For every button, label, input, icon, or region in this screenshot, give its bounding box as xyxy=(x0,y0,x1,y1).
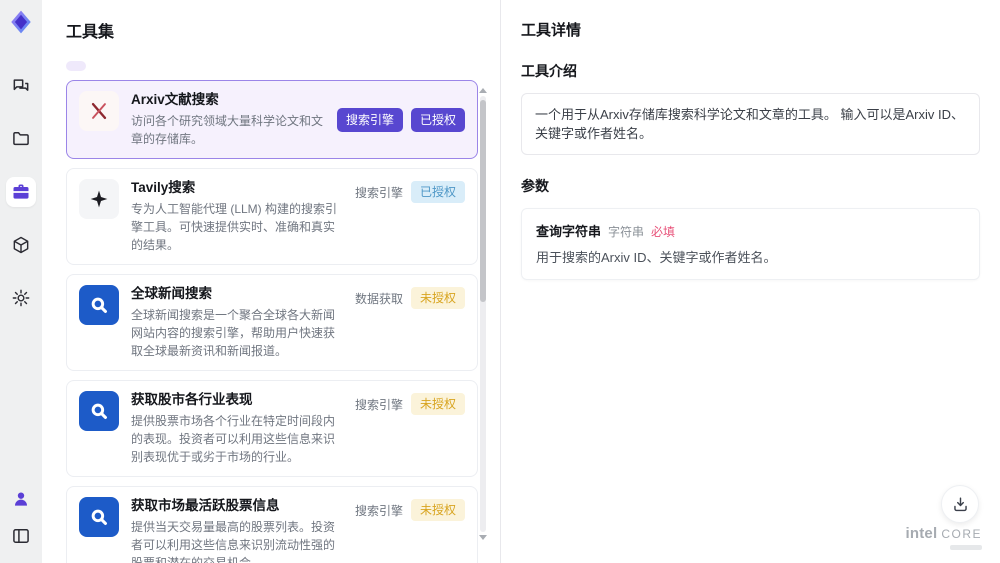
category-badge: 数据获取 xyxy=(354,292,403,306)
category-badge: 搜索引擎 xyxy=(354,398,403,412)
tool-card[interactable]: 获取股市各行业表现 提供股票市场各个行业在特定时间段内的表现。投资者可以利用这些… xyxy=(66,380,478,477)
auth-status-badge: 未授权 xyxy=(410,499,465,521)
tool-icon xyxy=(79,285,119,325)
folder-icon[interactable] xyxy=(6,124,36,154)
parameter-description: 用于搜索的Arxiv ID、关键字或作者姓名。 xyxy=(536,250,777,265)
auth-status-badge: 已授权 xyxy=(410,107,465,132)
tool-icon xyxy=(79,391,119,431)
tool-description: 提供当天交易量最高的股票列表。投资者可以利用这些信息来识别流动性强的股票和潜在的… xyxy=(131,520,336,563)
auth-status-badge: 已授权 xyxy=(410,181,465,203)
app-rail xyxy=(0,0,42,563)
intel-core-logo: intel CORE xyxy=(905,525,982,550)
package-icon[interactable] xyxy=(6,230,36,260)
tool-description: 专为人工智能代理 (LLM) 构建的搜索引擎工具。可快速提供实时、准确和真实的结… xyxy=(131,202,338,252)
auth-status-badge: 未授权 xyxy=(410,393,465,415)
tool-card[interactable]: Tavily搜索 专为人工智能代理 (LLM) 构建的搜索引擎工具。可快速提供实… xyxy=(66,168,478,265)
tool-card-body: Arxiv文献搜索 访问各个研究领域大量科学论文和文章的存储库。 xyxy=(131,91,325,148)
tool-description: 提供股票市场各个行业在特定时间段内的表现。投资者可以利用这些信息来识别表现优于或… xyxy=(131,414,336,464)
tool-card[interactable]: 全球新闻搜索 全球新闻搜索是一个聚合全球各大新闻网站内容的搜索引擎，帮助用户快速… xyxy=(66,274,478,371)
rail-bottom xyxy=(6,484,36,551)
detail-panel-title: 工具详情 xyxy=(521,22,582,39)
tool-description: 全球新闻搜索是一个聚合全球各大新闻网站内容的搜索引擎，帮助用户快速获取全球最新资… xyxy=(131,308,336,358)
app-logo-icon xyxy=(8,9,34,35)
tool-title: 获取股市各行业表现 xyxy=(131,392,253,407)
user-avatar-icon[interactable] xyxy=(6,484,36,514)
intro-heading: 工具介绍 xyxy=(521,63,577,79)
params-heading: 参数 xyxy=(521,178,549,194)
category-tabs xyxy=(66,61,500,71)
rail-nav xyxy=(6,71,36,313)
tool-badges: 数据获取 未授权 xyxy=(355,285,465,360)
auth-status-badge: 未授权 xyxy=(410,287,465,309)
tool-title: Arxiv文献搜索 xyxy=(131,92,219,107)
tool-detail-panel: 工具详情 工具介绍 一个用于从Arxiv存储库搜索科学论文和文章的工具。 输入可… xyxy=(500,0,1000,563)
toolbox-icon[interactable] xyxy=(6,177,36,207)
tool-list: Arxiv文献搜索 访问各个研究领域大量科学论文和文章的存储库。 搜索引擎 已授… xyxy=(66,80,478,563)
tool-card[interactable]: 获取市场最活跃股票信息 提供当天交易量最高的股票列表。投资者可以利用这些信息来识… xyxy=(66,486,478,563)
category-badge: 搜索引擎 xyxy=(354,504,403,518)
tool-icon xyxy=(79,91,119,131)
tool-card[interactable]: Arxiv文献搜索 访问各个研究领域大量科学论文和文章的存储库。 搜索引擎 已授… xyxy=(66,80,478,159)
tool-description: 访问各个研究领域大量科学论文和文章的存储库。 xyxy=(131,114,324,146)
core-brand-text: CORE xyxy=(941,527,982,541)
tool-list-panel: 工具集 Arxiv文献搜索 访问各个研究领域大量科学论文和文章的存储库。 搜索引… xyxy=(42,0,500,563)
scrollbar-thumb[interactable] xyxy=(480,100,486,302)
category-badge: 搜索引擎 xyxy=(354,186,403,200)
intel-logo-subline xyxy=(950,545,982,550)
parameters-list: 查询字符串 字符串 必填 用于搜索的Arxiv ID、关键字或作者姓名。 xyxy=(521,208,980,280)
parameter-name: 查询字符串 xyxy=(536,224,602,239)
tool-badges: 搜索引擎 未授权 xyxy=(355,497,465,563)
download-icon xyxy=(953,496,967,511)
tool-icon xyxy=(79,497,119,537)
category-tab[interactable] xyxy=(66,61,86,71)
parameter-type: 字符串 xyxy=(608,225,645,239)
tool-title: 获取市场最活跃股票信息 xyxy=(131,498,280,513)
category-tab[interactable] xyxy=(134,61,154,71)
tool-card-body: 获取股市各行业表现 提供股票市场各个行业在特定时间段内的表现。投资者可以利用这些… xyxy=(131,391,343,466)
parameter-head: 查询字符串 字符串 必填 xyxy=(536,221,965,240)
tool-card-body: 获取市场最活跃股票信息 提供当天交易量最高的股票列表。投资者可以利用这些信息来识… xyxy=(131,497,343,563)
category-tab[interactable] xyxy=(100,61,120,71)
page-title: 工具集 xyxy=(66,24,115,41)
intel-brand-text: intel xyxy=(905,525,938,542)
tool-card-body: 全球新闻搜索 全球新闻搜索是一个聚合全球各大新闻网站内容的搜索引擎，帮助用户快速… xyxy=(131,285,343,360)
category-tab[interactable] xyxy=(168,61,188,71)
parameter-required-badge: 必填 xyxy=(651,225,676,239)
tool-badges: 搜索引擎 未授权 xyxy=(355,391,465,466)
chat-icon[interactable] xyxy=(6,71,36,101)
tool-badges: 搜索引擎 已授权 xyxy=(355,179,465,254)
tool-title: Tavily搜索 xyxy=(131,180,196,195)
tool-icon xyxy=(79,179,119,219)
panel-toggle-icon[interactable] xyxy=(6,521,36,551)
tool-card-body: Tavily搜索 专为人工智能代理 (LLM) 构建的搜索引擎工具。可快速提供实… xyxy=(131,179,343,254)
category-badge: 搜索引擎 xyxy=(336,107,403,132)
scroll-up-icon[interactable] xyxy=(479,88,487,93)
settings-gear-icon[interactable] xyxy=(6,283,36,313)
parameter-item: 查询字符串 字符串 必填 用于搜索的Arxiv ID、关键字或作者姓名。 xyxy=(521,208,980,280)
download-button[interactable] xyxy=(941,485,979,523)
list-scrollbar[interactable] xyxy=(479,88,487,546)
tool-title: 全球新闻搜索 xyxy=(131,286,212,301)
tool-badges: 搜索引擎 已授权 xyxy=(336,107,465,132)
tool-intro-text: 一个用于从Arxiv存储库搜索科学论文和文章的工具。 输入可以是Arxiv ID… xyxy=(521,93,980,155)
scroll-down-icon[interactable] xyxy=(479,535,487,540)
